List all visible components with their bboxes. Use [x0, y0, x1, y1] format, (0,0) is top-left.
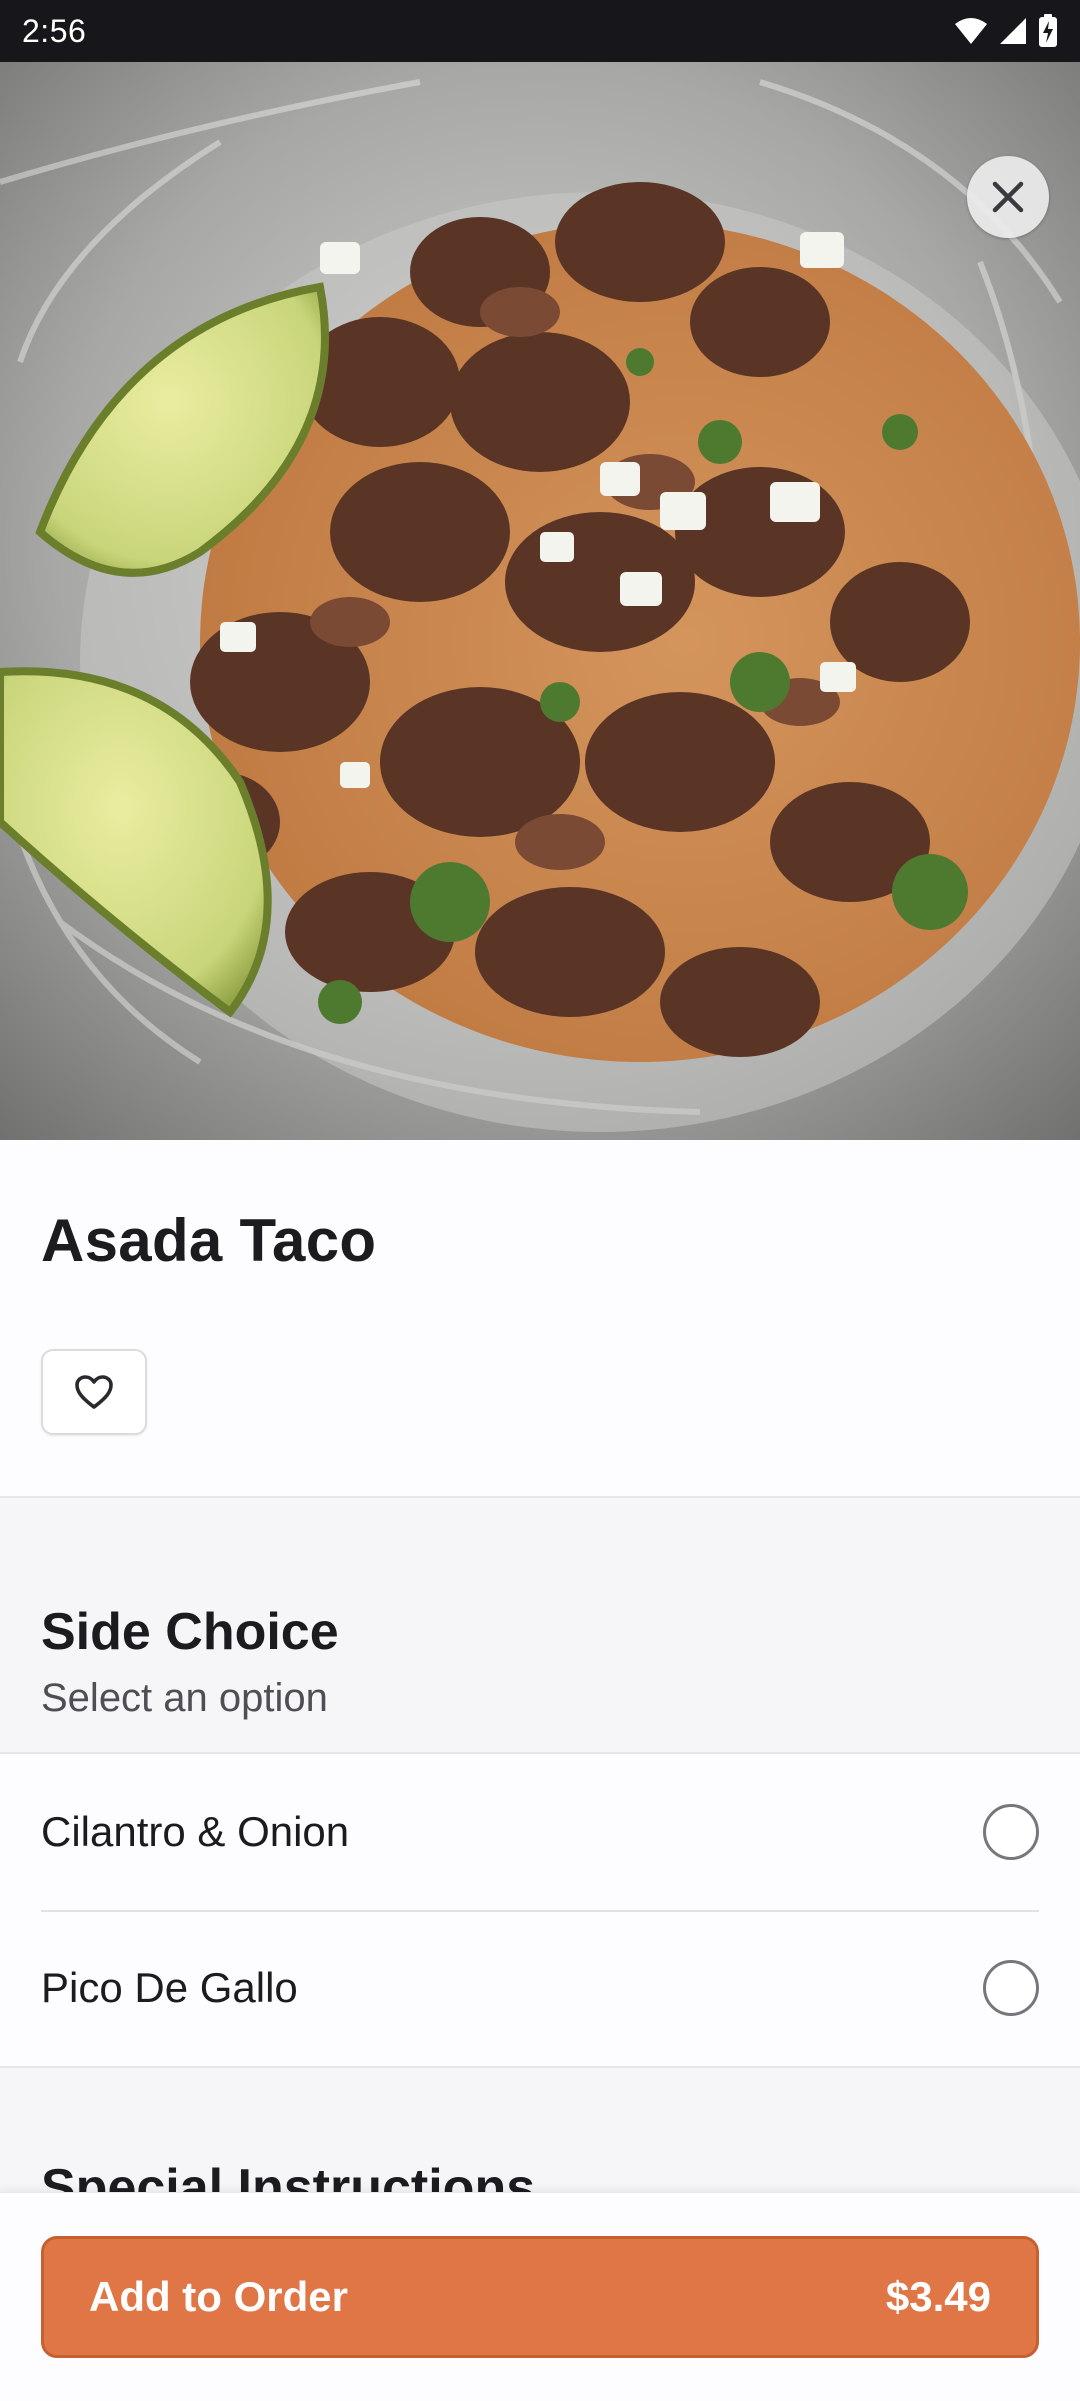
- taco-photo: [0, 62, 1080, 1140]
- battery-charging-icon: [1039, 14, 1057, 47]
- option-label: Pico De Gallo: [41, 1964, 298, 2011]
- special-instructions-header: Special Instructions: [41, 2160, 1041, 2192]
- cellular-signal-icon: [1000, 18, 1026, 44]
- add-to-order-label: Add to Order: [89, 2273, 348, 2320]
- product-title: Asada Taco: [41, 1207, 377, 1274]
- option-cilantro-onion[interactable]: Cilantro & Onion: [41, 1754, 1039, 1912]
- radio-button[interactable]: [983, 1960, 1039, 2016]
- special-instructions-title: Special Instructions: [41, 2160, 536, 2192]
- order-price: $3.49: [885, 2273, 991, 2320]
- side-choice-subtitle: Select an option: [41, 1676, 328, 1720]
- side-choice-options: Cilantro & Onion Pico De Gallo: [0, 1752, 1080, 2068]
- status-time: 2:56: [22, 12, 87, 49]
- bottom-bar: Add to Order $3.49: [0, 2192, 1080, 2401]
- side-choice-header: Side Choice Select an option: [41, 1602, 339, 1721]
- add-to-order-button[interactable]: Add to Order $3.49: [41, 2236, 1039, 2358]
- option-pico-de-gallo[interactable]: Pico De Gallo: [41, 1910, 1039, 2066]
- close-button[interactable]: [967, 156, 1049, 238]
- favorite-button[interactable]: [41, 1349, 147, 1435]
- wifi-icon: [955, 18, 987, 44]
- radio-button[interactable]: [983, 1804, 1039, 1860]
- hero-food-image: [0, 62, 1080, 1140]
- product-info: Asada Taco: [0, 1140, 1080, 1498]
- status-icons: [954, 14, 1058, 48]
- heart-outline-icon: [75, 1375, 113, 1409]
- status-bar: 2:56: [0, 0, 1080, 62]
- side-choice-title: Side Choice: [41, 1603, 339, 1661]
- close-icon: [992, 181, 1024, 213]
- option-label: Cilantro & Onion: [41, 1808, 350, 1855]
